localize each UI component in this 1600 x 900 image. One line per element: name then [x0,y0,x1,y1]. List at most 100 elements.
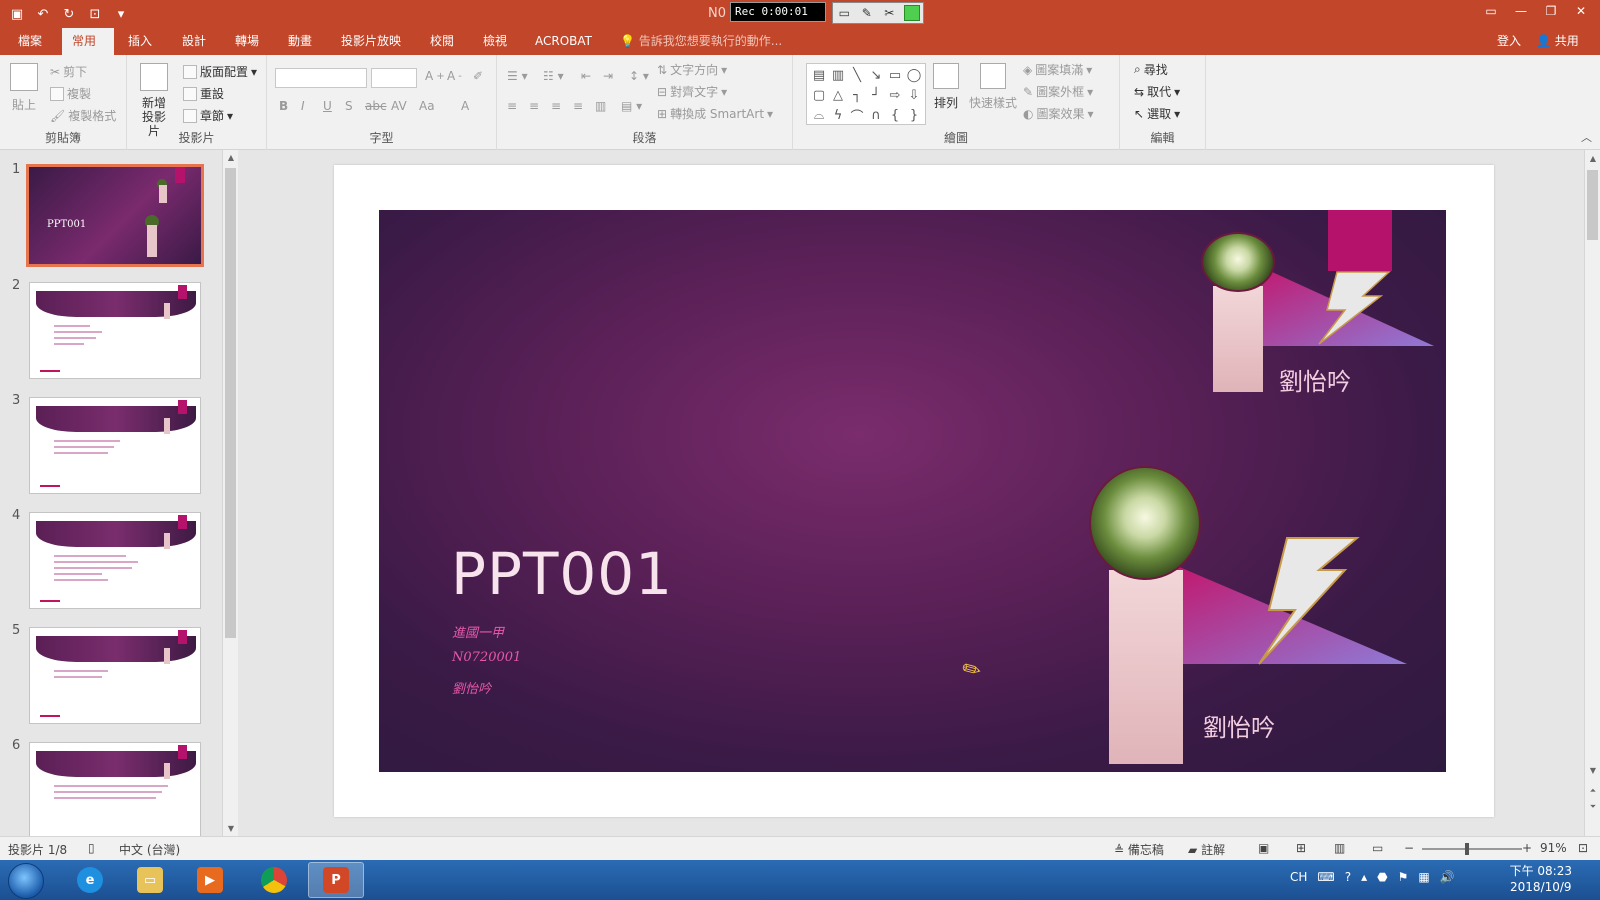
clear-format-icon[interactable]: ✐ [473,69,483,83]
numbering-icon[interactable]: ☷ ▾ [543,69,564,83]
tray-expand-icon[interactable]: ▴ [1361,870,1367,884]
increase-font-icon[interactable]: A + [425,69,445,83]
slide-title[interactable]: PPT001 [451,540,673,608]
smartart-button[interactable]: ⊞ 轉換成 SmartArt ▾ [657,105,773,122]
tab-review[interactable]: 校閱 [420,28,464,55]
decrease-indent-icon[interactable]: ⇤ [581,69,591,83]
bullets-icon[interactable]: ☰ ▾ [507,69,528,83]
slide-subtitle-class[interactable]: 進國一甲 [452,622,504,641]
restore-icon[interactable]: ❐ [1536,0,1566,22]
previous-slide-icon[interactable]: ⏶ [1585,786,1600,796]
columns-icon[interactable]: ▤ ▾ [621,99,642,113]
volume-icon[interactable]: 🔊 [1440,870,1455,884]
share-button[interactable]: 👤 共用 [1536,28,1579,55]
underline-button[interactable]: U [323,99,332,113]
shape-effects-button[interactable]: ◐ 圖案效果 ▾ [1023,105,1094,122]
layout-button[interactable]: 版面配置 ▾ [183,63,257,80]
tab-view[interactable]: 檢視 [473,28,517,55]
slide-thumbnail-6[interactable] [29,742,201,836]
rounded-rect-shape-icon[interactable]: ▢ [810,85,828,105]
start-from-beginning-icon[interactable]: ⊡ [84,3,106,25]
align-text-button[interactable]: ⊟ 對齊文字 ▾ [657,83,727,100]
reset-button[interactable]: 重設 [183,85,224,102]
slide-sorter-icon[interactable]: ⊞ [1296,841,1306,855]
scroll-up-icon[interactable]: ▲ [1585,154,1600,163]
minimize-icon[interactable]: — [1506,0,1536,22]
stop-icon[interactable] [903,5,920,21]
font-name-box[interactable] [275,68,367,88]
tab-insert[interactable]: 插入 [118,28,162,55]
scroll-down-icon[interactable]: ▼ [1585,766,1600,775]
freeform-shape-icon[interactable]: ⌓ [810,105,828,125]
scrollbar-thumb[interactable] [225,168,236,638]
select-button[interactable]: ↖ 選取 ▾ [1134,105,1180,122]
slide-thumbnail-3[interactable] [29,397,201,494]
slide-count[interactable]: 投影片 1/8 [8,841,67,858]
align-left-icon[interactable]: ≡ [507,99,517,113]
tab-transitions[interactable]: 轉場 [225,28,269,55]
line-spacing-icon[interactable]: ↕ ▾ [629,69,649,83]
slide-thumbnail-4[interactable] [29,512,201,609]
redo-icon[interactable]: ↻ [58,3,80,25]
slide-thumbnail-5[interactable] [29,627,201,724]
line-shape-icon[interactable]: ╲ [848,65,866,85]
zoom-in-icon[interactable]: + [1522,841,1532,855]
shape-fill-button[interactable]: ◈ 圖案填滿 ▾ [1023,61,1092,78]
fit-to-window-icon[interactable]: ⊡ [1578,841,1588,855]
align-center-icon[interactable]: ≡ [529,99,539,113]
cut-button[interactable]: ✂ 剪下 [50,63,87,80]
font-color-button[interactable]: A [461,99,469,113]
slide-thumbnail-1[interactable]: PPT001 [26,164,204,267]
acrobat-tray-icon[interactable]: ⬣ [1377,870,1387,884]
screen-icon[interactable]: ▭ [836,5,852,21]
right-arrow-shape-icon[interactable]: ⇨ [886,85,904,105]
next-slide-icon[interactable]: ⏷ [1585,802,1600,812]
start-button[interactable] [8,863,44,899]
zoom-slider-knob[interactable] [1465,843,1469,855]
network-icon[interactable]: ▦ [1418,870,1429,884]
elbow-arrow-shape-icon[interactable]: ┘ [867,85,885,105]
customize-qat-icon[interactable]: ▾ [110,3,132,25]
italic-button[interactable]: I [301,99,305,113]
slide-name-label-top[interactable]: 劉怡吟 [1279,362,1351,397]
scroll-up-icon[interactable]: ▲ [223,153,239,162]
slide-subtitle-id[interactable]: N0720001 [452,650,521,665]
tab-slideshow[interactable]: 投影片放映 [331,28,411,55]
collapse-ribbon-icon[interactable]: ︿ [1581,129,1592,145]
shadow-button[interactable]: S [345,99,353,113]
slideshow-view-icon[interactable]: ▭ [1372,841,1383,855]
bold-button[interactable]: B [279,99,288,113]
new-slide-button[interactable]: 新增投影片 [137,63,171,138]
zoom-slider[interactable] [1422,843,1522,855]
keyboard-icon[interactable]: ⌨ [1317,870,1334,884]
justify-icon[interactable]: ≡ [573,99,583,113]
zoom-level[interactable]: 91% [1540,841,1567,855]
font-size-box[interactable] [371,68,417,88]
down-arrow-shape-icon[interactable]: ⇩ [905,85,923,105]
paste-button[interactable]: 貼上 [10,63,38,113]
textbox-shape-icon[interactable]: ▤ [810,65,828,85]
char-spacing-button[interactable]: AV [391,99,407,113]
oval-shape-icon[interactable]: ◯ [905,65,923,85]
taskbar-chrome[interactable] [246,862,302,898]
tab-home[interactable]: 常用 [62,28,114,55]
arc-shape-icon[interactable]: ⌒ [848,105,866,125]
align-right-icon[interactable]: ≡ [551,99,561,113]
clock[interactable]: 下午 08:23 2018/10/9 [1510,863,1572,895]
pen-icon[interactable]: ✎ [859,5,875,21]
help-icon[interactable]: ? [1345,870,1351,884]
vtextbox-shape-icon[interactable]: ▥ [829,65,847,85]
slide-thumbnail-2[interactable] [29,282,201,379]
reading-view-icon[interactable]: ▥ [1334,841,1345,855]
undo-icon[interactable]: ↶ [32,3,54,25]
flag-icon[interactable]: ⚑ [1398,870,1409,884]
sign-in-link[interactable]: 登入 [1497,28,1521,55]
taskbar-explorer[interactable]: ▭ [122,862,178,898]
copy-button[interactable]: 複製 [50,85,91,102]
tab-animations[interactable]: 動畫 [278,28,322,55]
elbow-shape-icon[interactable]: ┐ [848,85,866,105]
format-painter-button[interactable]: 🖌 複製格式 [50,107,116,124]
save-icon[interactable]: ▣ [6,3,28,25]
language-indicator[interactable]: 中文 (台灣) [119,841,180,858]
replace-button[interactable]: ⇆ 取代 ▾ [1134,83,1180,100]
